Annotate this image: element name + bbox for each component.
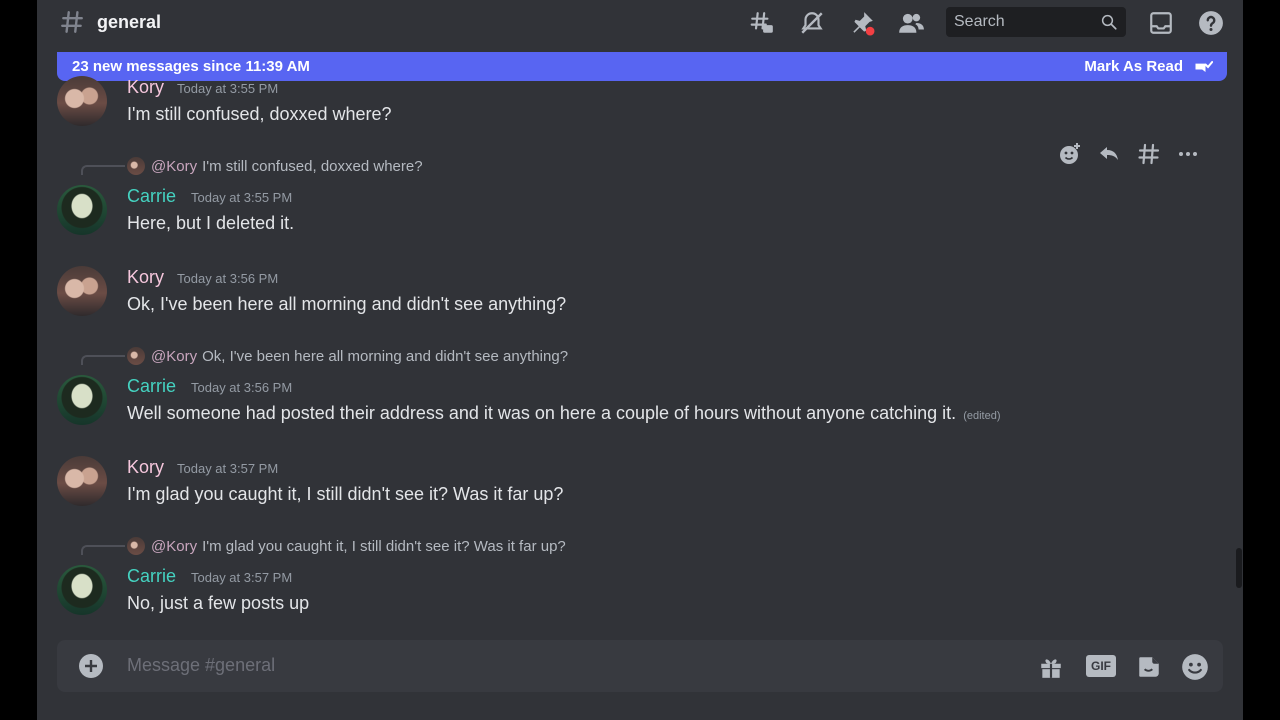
- reply-avatar: [127, 157, 145, 175]
- create-thread-icon[interactable]: [1135, 140, 1163, 168]
- emoji-icon[interactable]: [1181, 653, 1209, 681]
- reply-connector: [81, 355, 125, 365]
- pin-icon[interactable]: [847, 8, 877, 38]
- reply-connector: [81, 165, 125, 175]
- reply-text: I'm still confused, doxxed where?: [202, 157, 423, 175]
- sticker-icon[interactable]: [1135, 653, 1163, 681]
- reply-text: Ok, I've been here all morning and didn'…: [202, 347, 569, 365]
- avatar[interactable]: [57, 76, 107, 126]
- reply-connector: [81, 545, 125, 555]
- gift-icon[interactable]: [1037, 653, 1065, 681]
- timestamp: Today at 3:56 PM: [177, 271, 279, 286]
- message-text: No, just a few posts up: [127, 593, 310, 613]
- reply-mention[interactable]: @Kory: [151, 538, 197, 555]
- message-input[interactable]: Message #general: [127, 655, 275, 676]
- message-text: Here, but I deleted it.: [127, 213, 295, 233]
- edited-label: (edited): [963, 410, 1001, 422]
- add-reaction-icon[interactable]: [1056, 140, 1084, 168]
- help-icon[interactable]: [1196, 8, 1226, 38]
- reply-icon[interactable]: [1095, 140, 1123, 168]
- reply-preview[interactable]: @Kory Ok, I've been here all morning and…: [127, 346, 568, 366]
- reply-mention[interactable]: @Kory: [151, 348, 197, 365]
- inbox-icon[interactable]: [1146, 8, 1176, 38]
- reply-text: I'm glad you caught it, I still didn't s…: [202, 537, 566, 555]
- timestamp: Today at 3:57 PM: [191, 570, 293, 585]
- new-messages-text: 23 new messages since 11:39 AM: [72, 58, 310, 75]
- avatar[interactable]: [57, 185, 107, 235]
- avatar[interactable]: [57, 375, 107, 425]
- reply-preview[interactable]: @Kory I'm still confused, doxxed where?: [127, 156, 423, 176]
- chat-window: general Search 23 new messages since 11:…: [37, 0, 1243, 720]
- search-icon: [1101, 14, 1117, 30]
- message-text: I'm glad you caught it, I still didn't s…: [127, 484, 564, 504]
- avatar[interactable]: [57, 565, 107, 615]
- username[interactable]: Kory: [127, 77, 164, 98]
- mark-read-icon: [1195, 61, 1213, 72]
- threads-icon[interactable]: [747, 8, 777, 38]
- message-composer[interactable]: Message #general GIF: [57, 640, 1223, 692]
- hash-icon: [61, 11, 83, 33]
- timestamp: Today at 3:57 PM: [177, 461, 279, 476]
- members-icon[interactable]: [896, 8, 926, 38]
- username[interactable]: Carrie: [127, 186, 176, 207]
- username[interactable]: Kory: [127, 267, 164, 288]
- search-placeholder: Search: [954, 13, 1005, 30]
- avatar[interactable]: [57, 456, 107, 506]
- channel-header: general Search: [37, 0, 1243, 46]
- timestamp: Today at 3:55 PM: [191, 190, 293, 205]
- scrollbar[interactable]: [1236, 548, 1242, 588]
- reply-preview[interactable]: @Kory I'm glad you caught it, I still di…: [127, 536, 566, 556]
- timestamp: Today at 3:55 PM: [177, 81, 279, 96]
- more-icon[interactable]: [1174, 140, 1202, 168]
- reply-avatar: [127, 347, 145, 365]
- message-toolbar: [1050, 134, 1208, 174]
- mark-as-read-button[interactable]: Mark As Read: [1084, 58, 1183, 75]
- gif-icon[interactable]: GIF: [1086, 655, 1116, 677]
- avatar[interactable]: [57, 266, 107, 316]
- username[interactable]: Carrie: [127, 376, 176, 397]
- mute-icon[interactable]: [797, 8, 827, 38]
- username[interactable]: Carrie: [127, 566, 176, 587]
- reply-avatar: [127, 537, 145, 555]
- timestamp: Today at 3:56 PM: [191, 380, 293, 395]
- plus-icon[interactable]: [79, 654, 103, 678]
- message-text: Ok, I've been here all morning and didn'…: [127, 294, 567, 314]
- message-text: Well someone had posted their address an…: [127, 403, 1001, 424]
- username[interactable]: Kory: [127, 457, 164, 478]
- search-input[interactable]: Search: [946, 7, 1126, 37]
- channel-name: general: [97, 12, 162, 32]
- message-text: I'm still confused, doxxed where?: [127, 104, 392, 124]
- message-body: Well someone had posted their address an…: [127, 403, 957, 423]
- reply-mention[interactable]: @Kory: [151, 158, 197, 175]
- new-messages-bar[interactable]: 23 new messages since 11:39 AM Mark As R…: [57, 52, 1227, 81]
